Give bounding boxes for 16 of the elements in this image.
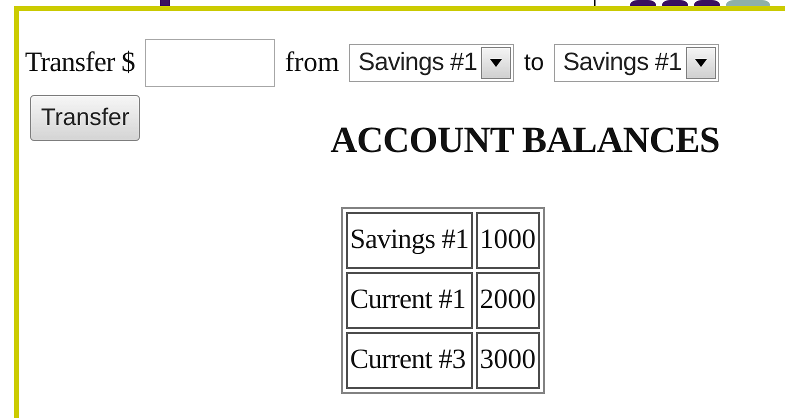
to-label: to xyxy=(524,48,544,78)
balance-cell: 3000 xyxy=(476,332,540,388)
transfer-label: Transfer $ xyxy=(25,46,135,80)
account-cell: Current #1 xyxy=(346,272,473,328)
from-label: from xyxy=(284,46,340,80)
dropdown[interactable]: Savings #1 xyxy=(554,44,719,82)
amount-field[interactable] xyxy=(144,39,275,87)
balance-cell: 1000 xyxy=(476,212,540,268)
caret-icon xyxy=(686,47,716,79)
caret-icon xyxy=(480,47,511,79)
balance-cell: 2000 xyxy=(476,272,540,328)
account-cell: Current #3 xyxy=(346,332,473,388)
transfer-button[interactable]: Transfer xyxy=(30,95,140,141)
dropdown[interactable]: Savings #1 xyxy=(349,44,514,82)
account-cell: Savings #1 xyxy=(346,212,473,268)
account-balances-heading: ACCOUNT BALANCES xyxy=(330,119,720,163)
